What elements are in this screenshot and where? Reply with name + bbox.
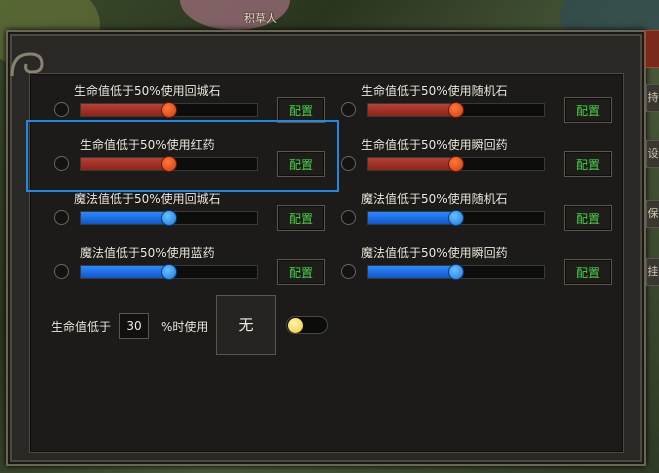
toggle-knob xyxy=(288,318,303,333)
mp-slider[interactable] xyxy=(367,210,545,226)
config-button[interactable]: 配置 xyxy=(277,205,325,231)
slider-knob[interactable] xyxy=(448,102,464,118)
row-label: 魔法值低于50%使用随机石 xyxy=(361,192,508,206)
config-button[interactable]: 配置 xyxy=(564,205,612,231)
row-label: 魔法值低于50%使用蓝药 xyxy=(80,246,215,260)
slider-knob[interactable] xyxy=(448,210,464,226)
config-button[interactable]: 配置 xyxy=(564,97,612,123)
mp-slider[interactable] xyxy=(80,264,258,280)
slider-fill xyxy=(368,212,456,224)
threshold-prefix-label: 生命值低于 xyxy=(51,320,112,334)
row-enable-radio[interactable] xyxy=(341,264,356,279)
row-enable-radio[interactable] xyxy=(341,156,356,171)
side-tab-2[interactable]: 设 xyxy=(646,140,659,168)
row-enable-radio[interactable] xyxy=(341,210,356,225)
row-label: 生命值低于50%使用瞬回药 xyxy=(361,138,508,152)
side-tab-4[interactable]: 挂 xyxy=(646,258,659,286)
slider-fill xyxy=(81,266,169,278)
hp-slider[interactable] xyxy=(367,156,545,172)
slider-knob[interactable] xyxy=(448,264,464,280)
config-button[interactable]: 配置 xyxy=(564,151,612,177)
threshold-input[interactable]: 30 xyxy=(119,313,149,339)
threshold-suffix-label: %时使用 xyxy=(161,320,209,334)
selection-highlight xyxy=(26,120,339,192)
slider-fill xyxy=(368,158,456,170)
hp-slider[interactable] xyxy=(80,102,258,118)
row-enable-radio[interactable] xyxy=(54,264,69,279)
row-label: 魔法值低于50%使用回城石 xyxy=(74,192,221,206)
side-tab-1[interactable]: 持 xyxy=(646,84,659,112)
auto-use-toggle[interactable] xyxy=(286,316,328,334)
config-button[interactable]: 配置 xyxy=(564,259,612,285)
row-enable-radio[interactable] xyxy=(54,102,69,117)
row-label: 生命值低于50%使用回城石 xyxy=(74,84,221,98)
mp-slider[interactable] xyxy=(367,264,545,280)
mp-slider[interactable] xyxy=(80,210,258,226)
slider-fill xyxy=(368,104,456,116)
window-close-tab[interactable] xyxy=(645,30,659,68)
slider-knob[interactable] xyxy=(161,210,177,226)
row-label: 魔法值低于50%使用瞬回药 xyxy=(361,246,508,260)
background-npc-name: 积草人 xyxy=(244,12,277,25)
row-enable-radio[interactable] xyxy=(54,210,69,225)
slider-fill xyxy=(81,212,169,224)
hp-slider[interactable] xyxy=(367,102,545,118)
slider-knob[interactable] xyxy=(448,156,464,172)
slider-knob[interactable] xyxy=(161,264,177,280)
row-enable-radio[interactable] xyxy=(341,102,356,117)
row-label: 生命值低于50%使用随机石 xyxy=(361,84,508,98)
config-button[interactable]: 配置 xyxy=(277,259,325,285)
slider-fill xyxy=(81,104,169,116)
slider-fill xyxy=(368,266,456,278)
item-slot[interactable]: 无 xyxy=(216,295,276,355)
side-tab-3[interactable]: 保 xyxy=(646,200,659,228)
slider-knob[interactable] xyxy=(161,102,177,118)
